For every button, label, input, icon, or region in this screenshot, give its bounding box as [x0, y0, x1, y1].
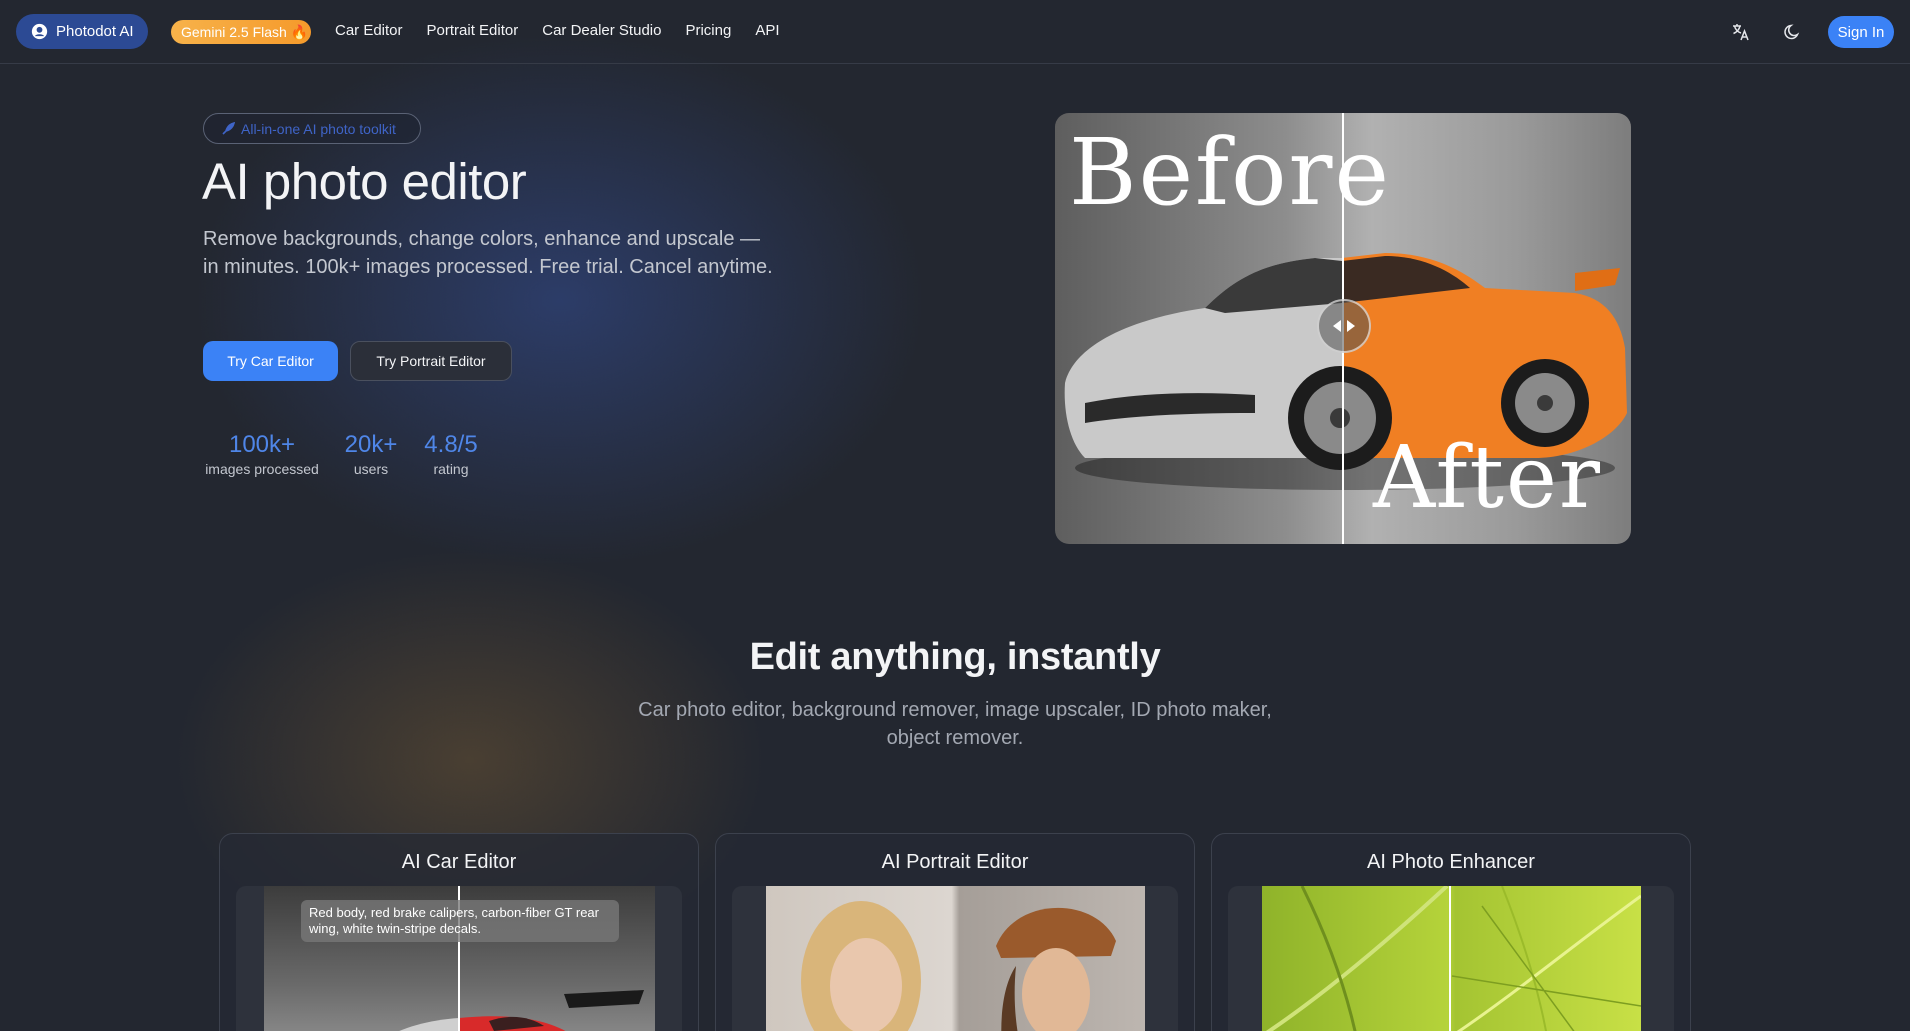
sign-in-button[interactable]: Sign In [1828, 16, 1894, 48]
section-title: Edit anything, instantly [749, 636, 1161, 678]
nav-link-pricing[interactable]: Pricing [685, 22, 731, 39]
section-subtitle: Car photo editor, background remover, im… [638, 699, 1272, 749]
after-label: After [1373, 428, 1602, 528]
leaf-illustration [1265, 886, 1641, 1031]
card-title: AI Portrait Editor [881, 851, 1029, 873]
stat-value: 100k+ [228, 431, 296, 458]
nav-links: Car Editor Portrait Editor Car Dealer St… [335, 22, 780, 39]
nav-link-api[interactable]: API [755, 22, 779, 39]
stat-value: 20k+ [344, 431, 398, 458]
hero-title: AI photo editor [202, 153, 527, 210]
brand-logo-button[interactable]: Photodot AI [16, 14, 148, 49]
stat-images-processed: 100k+ images processed [203, 430, 321, 477]
card-title: AI Photo Enhancer [1367, 851, 1535, 873]
stat-rating: 4.8/5 rating [419, 430, 483, 477]
stat-users: 20k+ users [340, 430, 402, 477]
car-prompt-caption: Red body, red brake calipers, carbon-fib… [301, 900, 619, 942]
rocket-icon [222, 121, 235, 135]
card-ai-car-editor[interactable]: AI Car Editor Red body, red brake calipe… [219, 833, 699, 1031]
arrow-left-icon [1333, 320, 1341, 332]
stat-label: images processed [205, 461, 319, 477]
before-after-comparison[interactable]: Before After [1055, 113, 1631, 544]
card-title: AI Car Editor [401, 851, 517, 873]
comparison-slider-handle[interactable] [1317, 299, 1371, 353]
stat-label: rating [433, 461, 469, 477]
nav-link-car-editor[interactable]: Car Editor [335, 22, 403, 39]
user-icon [31, 23, 48, 40]
hero-subtitle: Remove backgrounds, change colors, enhan… [203, 228, 773, 278]
try-car-editor-button[interactable]: Try Car Editor [203, 341, 338, 381]
portrait-preview-image [766, 886, 1145, 1031]
car-preview-image: Red body, red brake calipers, carbon-fib… [264, 886, 655, 1031]
leaf-preview-divider [1449, 886, 1451, 1031]
stat-label: users [353, 461, 389, 477]
toolkit-pill: All-in-one AI photo toolkit [203, 113, 421, 144]
translate-icon[interactable] [1731, 22, 1751, 42]
toolkit-pill-label: All-in-one AI photo toolkit [241, 120, 396, 137]
leaf-preview-image [1262, 886, 1641, 1031]
nav-link-portrait-editor[interactable]: Portrait Editor [427, 22, 519, 39]
brand-name: Photodot AI [56, 23, 134, 40]
try-portrait-editor-button[interactable]: Try Portrait Editor [350, 341, 512, 381]
arrow-right-icon [1347, 320, 1355, 332]
card-ai-portrait-editor[interactable]: AI Portrait Editor [715, 833, 1195, 1031]
card-ai-photo-enhancer[interactable]: AI Photo Enhancer [1211, 833, 1691, 1031]
portrait-illustration [801, 901, 1116, 1031]
moon-icon[interactable] [1783, 22, 1803, 42]
top-nav: Photodot AI Gemini 2.5 Flash 🔥 Car Edito… [0, 0, 1910, 64]
nav-link-car-dealer-studio[interactable]: Car Dealer Studio [542, 22, 661, 39]
gemini-badge[interactable]: Gemini 2.5 Flash 🔥 [171, 20, 311, 44]
stat-value: 4.8/5 [424, 431, 478, 458]
